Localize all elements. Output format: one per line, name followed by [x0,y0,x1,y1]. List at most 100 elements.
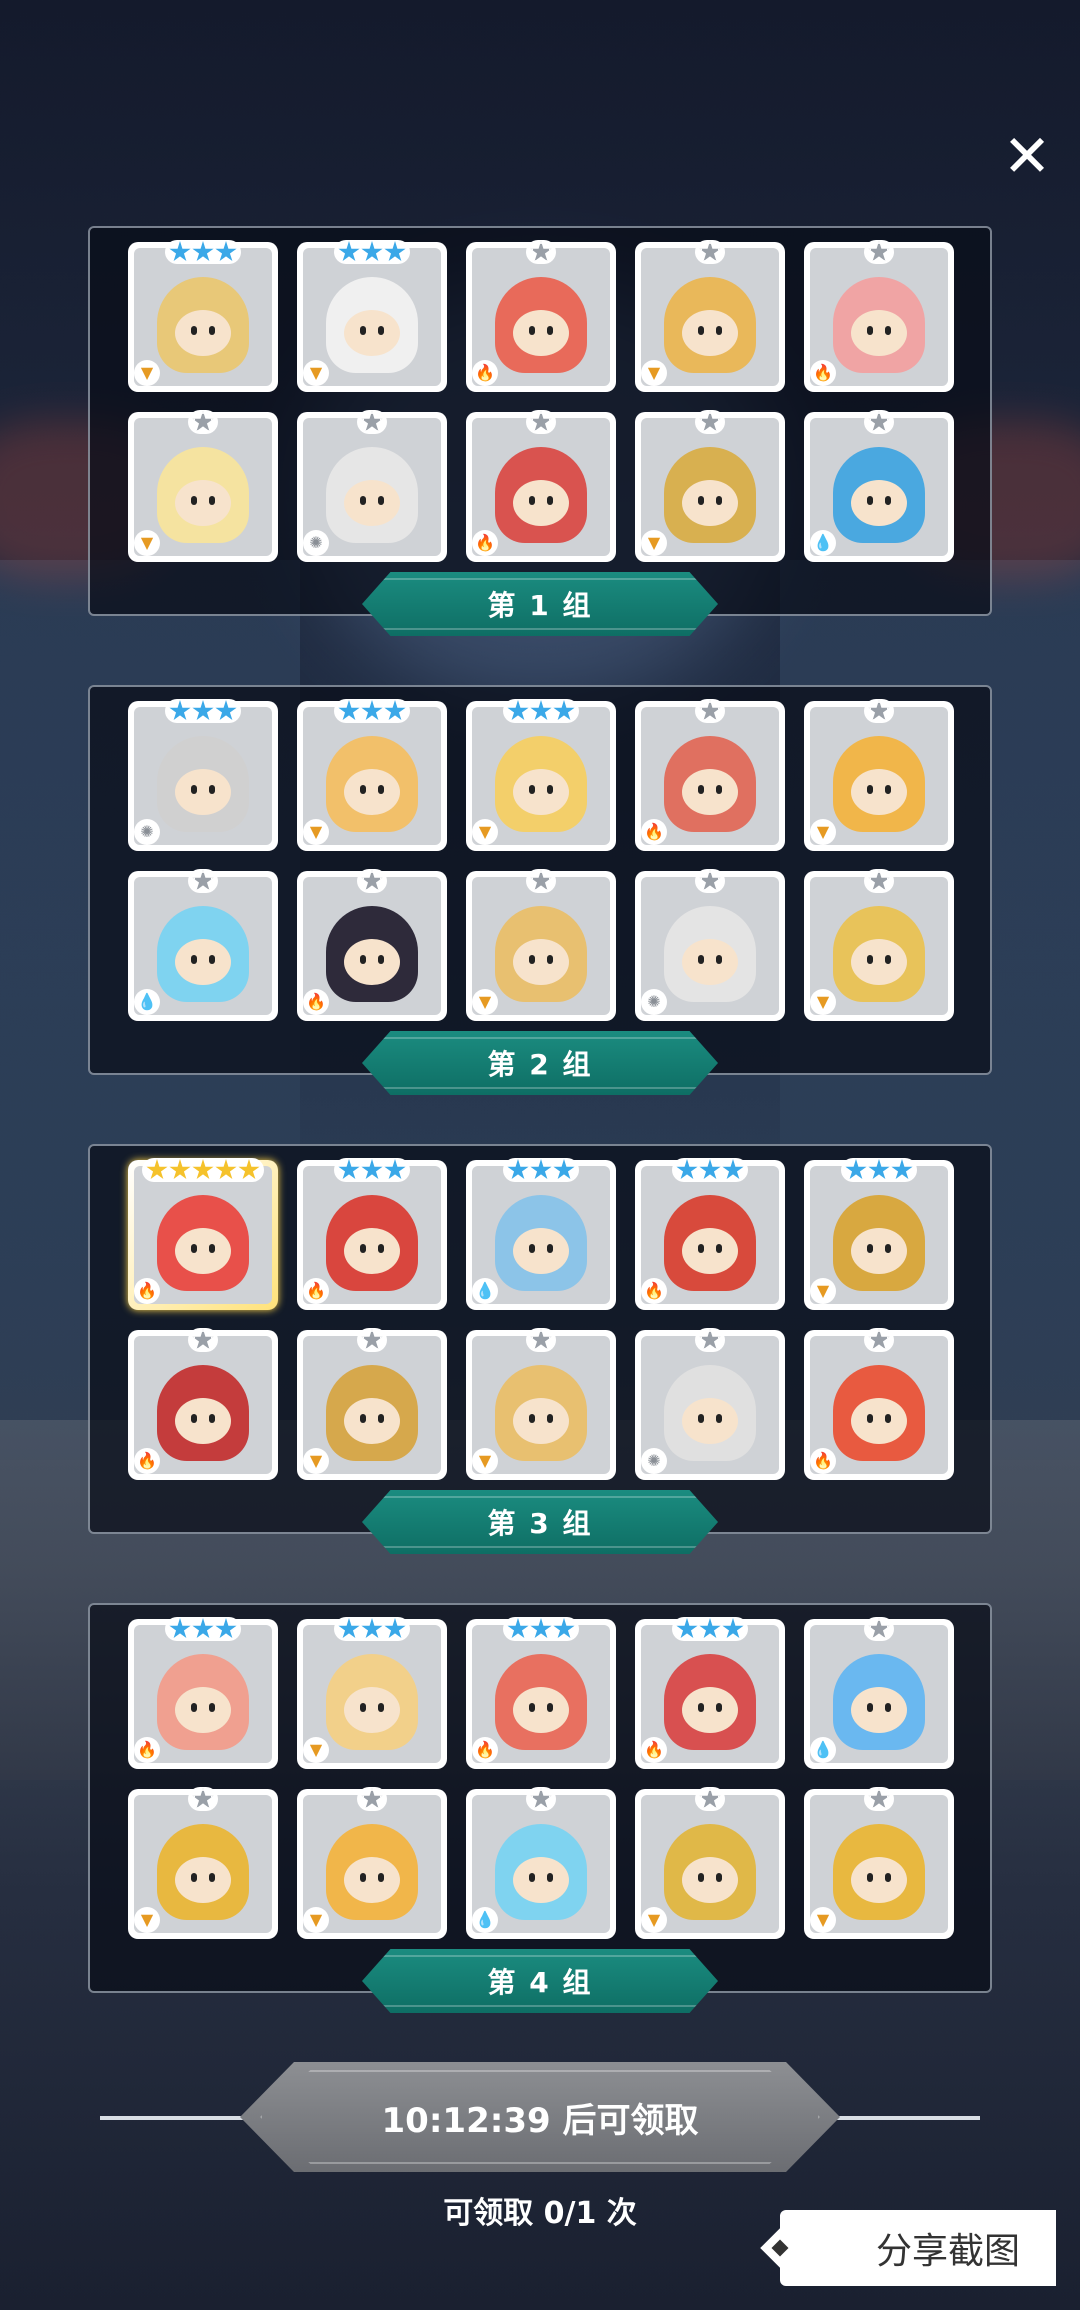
hero-card[interactable]: 🔥 [804,1328,954,1480]
face [682,309,738,356]
face [344,938,400,985]
fire-element-icon: 🔥 [641,819,667,845]
hero-card[interactable]: ▼ [297,1787,447,1939]
hero-card[interactable]: ▼ [128,1787,278,1939]
hero-card[interactable]: ▼ [297,240,447,392]
fire-element-icon: 🔥 [303,989,329,1015]
star-icon [192,1329,214,1350]
hero-card[interactable]: 💧 [804,410,954,562]
fire-element-icon: 🔥 [472,530,498,556]
fire-element-icon: 🔥 [810,1448,836,1474]
star-rating [357,869,387,893]
star-icon [699,1618,721,1639]
group-panel-3: 🔥 🔥 💧 🔥 ▼ 🔥 ▼ ▼ ✺ 🔥 第 3 组 [88,1144,992,1554]
star-icon [361,1329,383,1350]
star-icon [192,241,214,262]
face [851,479,907,526]
earth-element-icon: ▼ [303,1737,329,1763]
hero-card[interactable]: 🔥 [128,1328,278,1480]
star-rating [695,699,725,723]
blue-spirit-avatar [833,447,925,544]
face [344,1856,400,1903]
light-element-icon: ✺ [303,530,329,556]
hero-card[interactable]: 💧 [128,869,278,1021]
pink-ghost-avatar [833,277,925,374]
hero-card[interactable]: ✺ [128,699,278,851]
star-icon [192,870,214,891]
star-icon [192,1159,214,1180]
hero-card[interactable]: 🔥 [128,1158,278,1310]
hero-card[interactable]: 🔥 [466,410,616,562]
star-icon [507,700,529,721]
star-rating [864,699,894,723]
hero-card[interactable]: 💧 [466,1787,616,1939]
hero-card[interactable]: ▼ [804,869,954,1021]
hero-card[interactable]: 💧 [804,1617,954,1769]
hero-card[interactable]: ▼ [466,1328,616,1480]
hero-card[interactable]: 🔥 [128,1617,278,1769]
hero-card[interactable]: ✺ [635,1328,785,1480]
water-element-icon: 💧 [134,989,160,1015]
earth-element-icon: ▼ [810,1278,836,1304]
earth-element-icon: ▼ [303,1907,329,1933]
claim-area: 10:12:39 后可领取 [100,2062,980,2172]
old-sage-gold-avatar [326,1654,418,1751]
star-icon [146,1159,168,1180]
hero-card[interactable]: 🔥 [635,1617,785,1769]
star-icon [192,411,214,432]
star-icon [361,1159,383,1180]
face [513,309,569,356]
hero-card[interactable]: 🔥 [804,240,954,392]
fire-element-icon: 🔥 [303,1278,329,1304]
star-rating [864,1787,894,1811]
star-rating [864,869,894,893]
hero-card[interactable]: 🔥 [466,1617,616,1769]
hero-card[interactable]: ▼ [297,1328,447,1480]
queen-avatar [495,736,587,833]
hero-card[interactable]: ✺ [297,410,447,562]
light-element-icon: ✺ [641,989,667,1015]
face [513,938,569,985]
face [175,938,231,985]
hero-card[interactable]: 🔥 [635,699,785,851]
white-ghost-avatar [326,447,418,544]
star-icon [868,1788,890,1809]
hero-card[interactable]: ▼ [635,410,785,562]
hero-card[interactable]: 🔥 [297,869,447,1021]
hero-card[interactable]: 🔥 [466,240,616,392]
star-rating [841,1158,917,1182]
face [175,309,231,356]
hero-card[interactable]: 🔥 [635,1158,785,1310]
share-screenshot-button[interactable]: 分享截图 [760,2210,1056,2286]
hero-card[interactable]: ▼ [297,699,447,851]
hero-card[interactable]: 🔥 [297,1158,447,1310]
hero-card[interactable]: ▼ [128,410,278,562]
hero-card[interactable]: ▼ [635,1787,785,1939]
close-icon[interactable]: ✕ [1002,127,1052,185]
hero-card[interactable]: ▼ [297,1617,447,1769]
bandaged-lion-avatar [833,1824,925,1921]
star-rating [864,1328,894,1352]
hero-card[interactable]: 💧 [466,1158,616,1310]
hero-card[interactable]: ▼ [128,240,278,392]
star-rating [526,240,556,264]
claim-button[interactable]: 10:12:39 后可领取 [240,2062,840,2172]
red-cat-girl-avatar [157,1195,249,1292]
earth-element-icon: ▼ [810,1907,836,1933]
hero-card[interactable]: ▼ [635,240,785,392]
red-golem-avatar [664,1654,756,1751]
star-rating [357,1328,387,1352]
face [682,1856,738,1903]
earth-element-icon: ▼ [134,1907,160,1933]
hero-card[interactable]: ▼ [466,869,616,1021]
star-icon [338,700,360,721]
hero-card[interactable]: ▼ [804,699,954,851]
hero-card[interactable]: ▼ [804,1158,954,1310]
fox-guard-2-avatar [326,1824,418,1921]
hero-card[interactable]: ✺ [635,869,785,1021]
hero-card[interactable]: ▼ [466,699,616,851]
totem-avatar [664,1824,756,1921]
hero-card[interactable]: ▼ [804,1787,954,1939]
star-icon [361,241,383,262]
face [175,1397,231,1444]
